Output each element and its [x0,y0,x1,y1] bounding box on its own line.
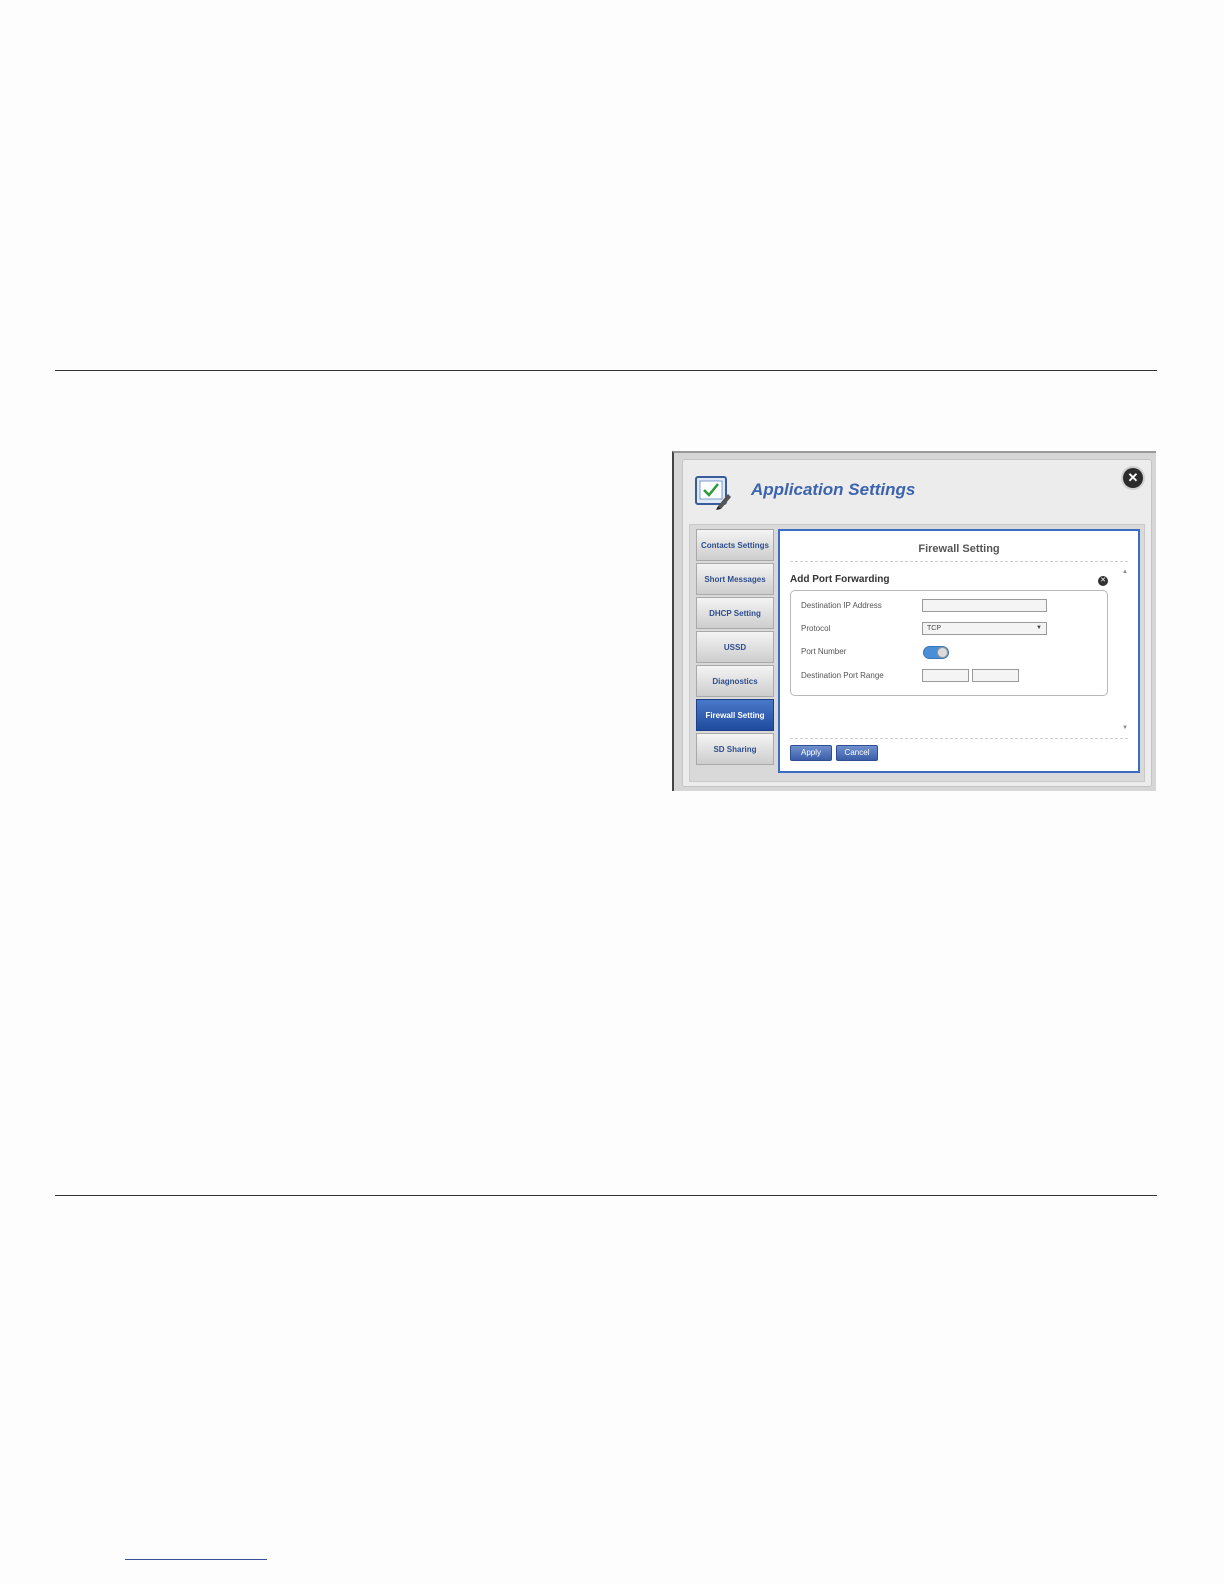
port-range-start-field[interactable] [922,669,969,682]
dest-ip-label: Destination IP Address [801,601,882,610]
apply-button[interactable]: Apply [790,745,832,761]
dest-port-range-label: Destination Port Range [801,671,884,680]
scroll-up-icon[interactable]: ▲ [1122,569,1128,575]
scrollbar[interactable]: ▲ ▼ [1122,569,1130,731]
dest-ip-field[interactable] [922,599,1047,612]
sidebar-item-ussd[interactable]: USSD [696,631,774,663]
panel-title: Firewall Setting [790,539,1128,562]
sidebar-item-short-messages[interactable]: Short Messages [696,563,774,595]
sidebar-item-diagnostics[interactable]: Diagnostics [696,665,774,697]
settings-sidebar: Contacts Settings Short Messages DHCP Se… [696,529,774,767]
sidebar-item-firewall-setting[interactable]: Firewall Setting [696,699,774,731]
footer-link-underline [125,1559,267,1560]
port-forwarding-form: Destination IP Address Protocol TCP ▼ Po… [790,590,1108,696]
application-settings-screenshot: Application Settings ✕ Contacts Settings… [672,451,1156,791]
top-divider [55,370,1157,371]
close-icon[interactable]: ✕ [1123,468,1143,488]
cancel-button[interactable]: Cancel [836,745,878,761]
sidebar-item-contacts-settings[interactable]: Contacts Settings [696,529,774,561]
scroll-down-icon[interactable]: ▼ [1122,725,1128,731]
chevron-down-icon: ▼ [1036,625,1042,631]
port-number-toggle[interactable] [923,646,949,659]
section-title: Add Port Forwarding [790,574,890,585]
protocol-value: TCP [927,625,941,632]
protocol-label: Protocol [801,624,831,633]
settings-checklist-icon [695,476,731,510]
bottom-divider [55,1195,1157,1196]
protocol-select[interactable]: TCP ▼ [922,622,1047,635]
port-range-end-field[interactable] [972,669,1019,682]
window-title: Application Settings [751,480,916,499]
divider [790,738,1128,739]
settings-body: Contacts Settings Short Messages DHCP Se… [689,524,1145,782]
sidebar-item-dhcp-setting[interactable]: DHCP Setting [696,597,774,629]
firewall-setting-panel: Firewall Setting Add Port Forwarding ✕ D… [778,529,1140,773]
close-icon[interactable]: ✕ [1098,576,1108,586]
sidebar-item-sd-sharing[interactable]: SD Sharing [696,733,774,765]
application-settings-window: Application Settings ✕ Contacts Settings… [682,459,1152,787]
window-header: Application Settings ✕ [683,460,1151,524]
port-number-label: Port Number [801,647,847,656]
toggle-knob [937,647,948,658]
